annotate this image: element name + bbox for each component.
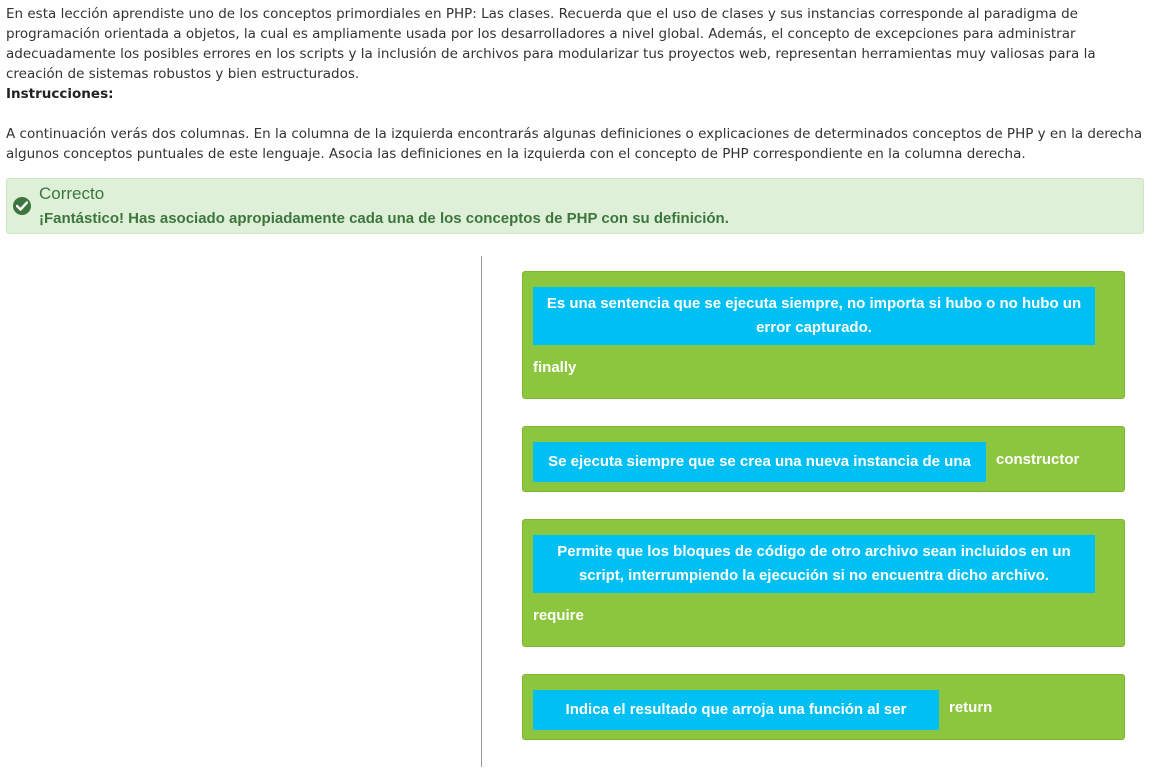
definition-chip[interactable]: Indica el resultado que arroja una funci…: [533, 690, 939, 758]
term-chip[interactable]: require: [533, 607, 584, 624]
definition-chip[interactable]: Es una sentencia que se ejecuta siempre,…: [533, 287, 1095, 345]
alert-title: Correcto: [39, 184, 105, 203]
instructions-text: A continuación verás dos columnas. En la…: [6, 126, 1143, 162]
match-card[interactable]: Se ejecuta siempre que se crea una nueva…: [522, 426, 1125, 510]
success-alert: Correcto ¡Fantástico! Has asociado aprop…: [6, 178, 1144, 234]
intro-paragraph: En esta lección aprendiste uno de los co…: [6, 6, 1096, 82]
match-card[interactable]: Es una sentencia que se ejecuta siempre,…: [522, 271, 1125, 399]
definition-chip[interactable]: Permite que los bloques de código de otr…: [533, 535, 1095, 593]
term-chip[interactable]: return: [949, 699, 992, 716]
term-chip[interactable]: finally: [533, 359, 576, 376]
check-circle-icon: [13, 197, 31, 215]
column-divider: [481, 256, 482, 767]
match-card[interactable]: Permite que los bloques de código de otr…: [522, 519, 1125, 647]
alert-message: ¡Fantástico! Has asociado apropiadamente…: [39, 210, 729, 227]
activity-intro: En esta lección aprendiste uno de los co…: [6, 4, 1146, 164]
term-chip[interactable]: constructor: [996, 451, 1079, 468]
instructions-title: Instrucciones:: [6, 86, 114, 102]
match-card[interactable]: Indica el resultado que arroja una funci…: [522, 674, 1125, 758]
definition-chip[interactable]: Se ejecuta siempre que se crea una nueva…: [533, 442, 986, 510]
